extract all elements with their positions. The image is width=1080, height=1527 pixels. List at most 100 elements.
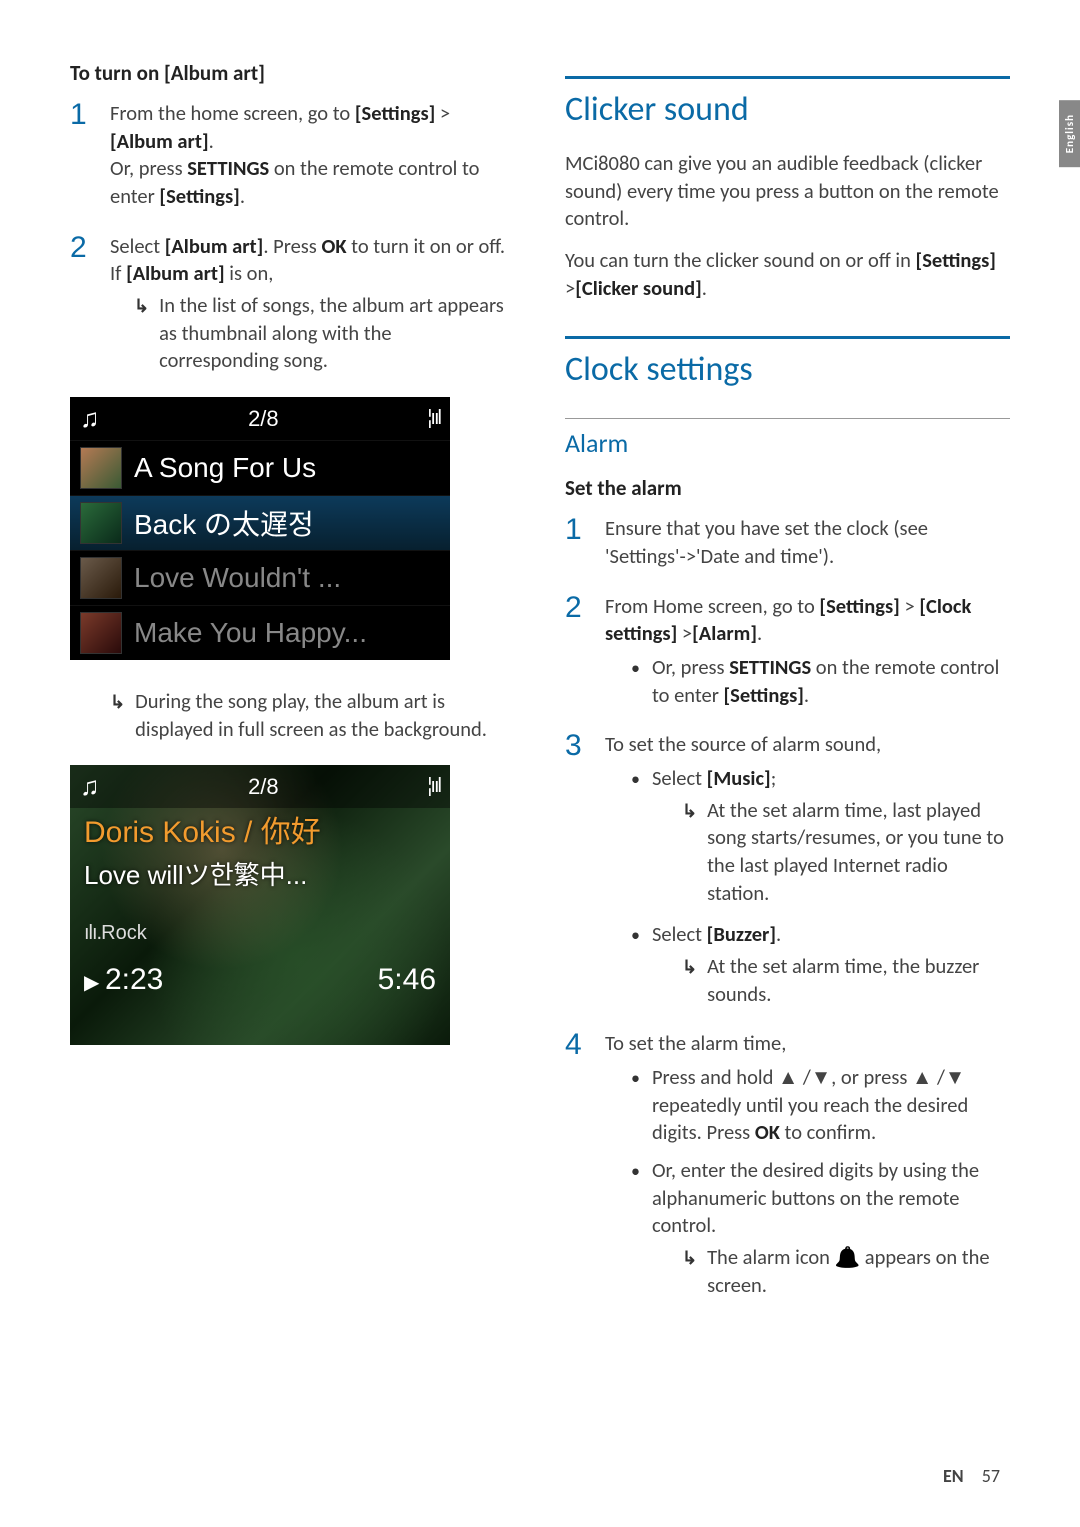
alarm-step-4: 4 To set the alarm time, Press and hold … (565, 1030, 1010, 1299)
music-label: [Music] (707, 765, 771, 791)
step-body: Select [Album art]. Press OK to turn it … (110, 233, 515, 375)
bullet-icon (631, 1157, 642, 1299)
step-body: From the home screen, go to [Settings] >… (110, 100, 515, 211)
genre-label: Rock (101, 922, 147, 944)
song-title: Make You Happy... (134, 617, 367, 649)
album-art-label: [Album art] (165, 233, 264, 259)
result-arrow-icon (682, 953, 697, 1008)
result-arrow-icon (134, 292, 149, 375)
song-title: A Song For Us (134, 452, 316, 484)
signal-icon: ¦ııl (427, 407, 440, 430)
result-arrow-icon (110, 688, 125, 743)
song-row: Love Wouldn't ... (70, 550, 450, 605)
text: . Press (263, 233, 321, 259)
result: The alarm icon appears on the screen. (652, 1244, 1010, 1299)
album-thumb (80, 557, 122, 599)
step-number: 3 (565, 731, 587, 1008)
result-block: During the song play, the album art is d… (110, 684, 515, 743)
left-column: To turn on [Album art] 1 From the home s… (70, 60, 515, 1321)
result: At the set alarm time, last played song … (652, 797, 1010, 908)
album-art-label: [Album art] (126, 260, 225, 286)
text: to confirm. (780, 1119, 876, 1145)
ok-label: OK (321, 233, 346, 259)
now-playing-track: Love willツ한繁中... (70, 851, 450, 892)
total-time: 5:46 (378, 963, 436, 997)
step-number: 2 (70, 233, 92, 375)
subsection-rule (565, 418, 1010, 419)
result: In the list of songs, the album art appe… (110, 292, 515, 375)
text: . (804, 682, 809, 708)
right-column: Clicker sound MCi8080 can give you an au… (565, 60, 1010, 1321)
bullet-text: Select [Music]; At the set alarm time, l… (652, 765, 1010, 907)
bullet-text: Select [Buzzer]. At the set alarm time, … (652, 921, 1010, 1008)
album-thumb (80, 447, 122, 489)
footer-page-number: 57 (982, 1465, 1000, 1487)
text: > (900, 593, 919, 619)
alarm-step-3: 3 To set the source of alarm sound, Sele… (565, 731, 1010, 1008)
equalizer-icon (84, 922, 101, 944)
bullet-text: Press and hold /, or press / repeatedly … (652, 1064, 1010, 1147)
text: . (209, 128, 214, 154)
now-playing-artist: Doris Kokis / 你好 (70, 765, 450, 851)
paragraph: You can turn the clicker sound on or off… (565, 247, 1010, 302)
text: Select (652, 765, 707, 791)
text: ; (771, 765, 777, 791)
subhead-album-art: To turn on [Album art] (70, 60, 515, 86)
text: . (776, 921, 781, 947)
step-1: 1 From the home screen, go to [Settings]… (70, 100, 515, 211)
step-number: 2 (565, 593, 587, 710)
footer-lang: EN (943, 1465, 964, 1487)
screen-statusbar: ♫ 2/8 ¦ııl (70, 397, 450, 440)
elapsed-time: 2:23 (84, 963, 163, 997)
now-playing-times: 2:23 5:46 (70, 945, 450, 1007)
text: / (798, 1064, 811, 1090)
song-row-selected: Back の太遅정 (70, 495, 450, 550)
up-arrow-icon (778, 1064, 798, 1090)
paragraph: MCi8080 can give you an audible feedback… (565, 150, 1010, 233)
settings-button-label: SETTINGS (729, 654, 811, 680)
text: . (240, 183, 245, 209)
ok-label: OK (755, 1119, 780, 1145)
page: To turn on [Album art] 1 From the home s… (0, 0, 1080, 1361)
bullet-icon (631, 921, 642, 1008)
text: From Home screen, go to (605, 593, 819, 619)
now-playing-genre: Rock (70, 892, 450, 945)
song-row: A Song For Us (70, 440, 450, 495)
down-arrow-icon (945, 1064, 965, 1090)
device-screenshot-song-list: ♫ 2/8 ¦ııl A Song For Us Back の太遅정 Love … (70, 397, 450, 660)
step-body: From Home screen, go to [Settings] > [Cl… (605, 593, 1010, 710)
result-text: During the song play, the album art is d… (135, 688, 515, 743)
subhead-set-alarm: Set the alarm (565, 475, 1010, 501)
alarm-step-2: 2 From Home screen, go to [Settings] > [… (565, 593, 1010, 710)
section-rule (565, 76, 1010, 79)
text: , or press (831, 1064, 912, 1090)
text: > (435, 100, 450, 126)
down-arrow-icon (811, 1064, 831, 1090)
step-number: 1 (70, 100, 92, 211)
result-arrow-icon (682, 1244, 697, 1299)
step-number: 4 (565, 1030, 587, 1299)
settings-label: [Settings] (355, 100, 435, 126)
step-number: 1 (565, 515, 587, 570)
text: The alarm icon (707, 1244, 835, 1270)
text: Select (110, 233, 165, 259)
section-clock-settings: Clock settings (565, 349, 1010, 390)
result-text: At the set alarm time, the buzzer sounds… (707, 953, 1010, 1008)
bullet: Or, press SETTINGS on the remote control… (605, 654, 1010, 709)
bullet: Select [Buzzer]. At the set alarm time, … (605, 921, 1010, 1008)
result-text: In the list of songs, the album art appe… (159, 292, 515, 375)
text: Press and hold (652, 1064, 778, 1090)
text: If (110, 260, 126, 286)
alarm-bell-icon (835, 1244, 861, 1270)
text: . (757, 620, 762, 646)
bullet-icon (631, 1064, 642, 1147)
text: To set the source of alarm sound, (605, 731, 881, 757)
step-body: To set the source of alarm sound, Select… (605, 731, 1010, 1008)
bullet-icon (631, 654, 642, 709)
text: Or, press (652, 654, 729, 680)
bullet: Or, enter the desired digits by using th… (605, 1157, 1010, 1299)
result: At the set alarm time, the buzzer sounds… (652, 953, 1010, 1008)
subsection-alarm: Alarm (565, 427, 1010, 459)
album-thumb (80, 612, 122, 654)
text: To set the alarm time, (605, 1030, 786, 1056)
